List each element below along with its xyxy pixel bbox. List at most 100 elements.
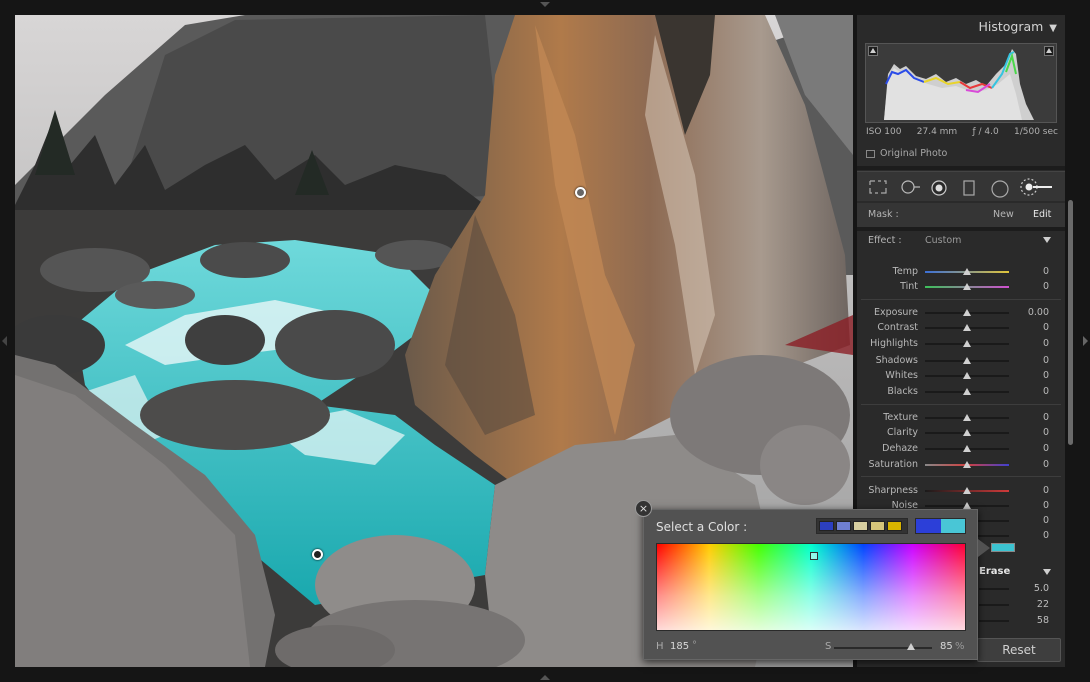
texture-label: Texture [883, 412, 918, 423]
color-preset-swatch-1[interactable] [819, 521, 834, 531]
mask-color-swatch[interactable] [991, 543, 1015, 552]
highlights-slider-thumb[interactable] [963, 340, 971, 347]
color-compare [915, 518, 966, 534]
adjustment-brush-icon[interactable] [1020, 178, 1054, 196]
shadows-value[interactable]: 0 [1043, 355, 1049, 366]
dehaze-slider-thumb[interactable] [963, 445, 971, 452]
brush-feather-slider[interactable] [979, 604, 1009, 606]
aperture-value: ƒ / 4.0 [972, 127, 999, 137]
current-color-swatch[interactable] [940, 519, 965, 533]
tint-slider-thumb[interactable] [963, 283, 971, 290]
graduated-filter-icon[interactable] [963, 180, 975, 196]
reset-button[interactable]: Reset [977, 638, 1061, 662]
bottom-panel-toggle-icon[interactable] [540, 675, 550, 680]
color-preset-swatch-2[interactable] [836, 521, 851, 531]
crop-overlay-icon[interactable] [869, 180, 887, 194]
blacks-value[interactable]: 0 [1043, 386, 1049, 397]
red-eye-icon[interactable] [931, 180, 947, 196]
mask-row: Mask : New Edit [857, 203, 1065, 227]
original-photo-label: Original Photo [880, 148, 948, 159]
saturation-label: S [825, 641, 832, 652]
exposure-slider-thumb[interactable] [963, 309, 971, 316]
brush-flow-value: 58 [1036, 615, 1049, 626]
saturation-slider-thumb[interactable] [907, 643, 915, 650]
left-panel-toggle-icon[interactable] [2, 336, 7, 346]
color-spectrum[interactable] [656, 543, 966, 631]
histogram-graph [884, 49, 1034, 120]
defringe-value[interactable]: 0 [1043, 530, 1049, 541]
noise-slider-thumb[interactable] [963, 502, 971, 509]
mask-pin-water[interactable] [312, 549, 323, 560]
hue-value[interactable]: 185 [670, 641, 689, 652]
blacks-label: Blacks [887, 386, 918, 397]
previous-color-swatch[interactable] [916, 519, 941, 533]
highlights-value[interactable]: 0 [1043, 338, 1049, 349]
mask-new-button[interactable]: New [993, 209, 1014, 220]
exposure-value[interactable]: 0.00 [1028, 307, 1049, 318]
temp-value[interactable]: 0 [1043, 266, 1049, 277]
color-preset-swatch-4[interactable] [870, 521, 885, 531]
saturation-value[interactable]: 85 [940, 641, 953, 652]
sharpness-slider-thumb[interactable] [963, 487, 971, 494]
effect-preset-dropdown[interactable]: Custom [925, 235, 961, 246]
slider-row-exposure: Exposure 0.00 [857, 306, 1065, 320]
brush-flow-slider[interactable] [979, 620, 1009, 622]
right-panel-toggle-icon[interactable] [1083, 336, 1088, 346]
mask-label: Mask : [868, 209, 899, 220]
moire-value[interactable]: 0 [1043, 515, 1049, 526]
saturation-slider-thumb[interactable] [963, 461, 971, 468]
color-cursor[interactable] [810, 552, 818, 560]
blacks-slider-thumb[interactable] [963, 388, 971, 395]
spot-removal-icon[interactable] [899, 180, 921, 194]
erase-brush-tab[interactable]: Erase [979, 566, 1010, 577]
color-preset-swatch-5[interactable] [887, 521, 902, 531]
panel-separator [857, 166, 1065, 170]
top-panel-toggle-icon[interactable] [540, 2, 550, 7]
panel-scrollbar[interactable] [1068, 200, 1073, 445]
dehaze-value[interactable]: 0 [1043, 443, 1049, 454]
close-picker-icon[interactable]: × [635, 500, 652, 517]
effect-label: Effect : [868, 235, 902, 246]
color-preset-swatch-3[interactable] [853, 521, 868, 531]
saturation-slider[interactable] [834, 647, 932, 649]
panel-separator [857, 227, 1065, 231]
histogram-chart[interactable] [865, 43, 1057, 123]
hue-unit: ° [692, 640, 697, 651]
shadows-slider-thumb[interactable] [963, 357, 971, 364]
brush-size-slider[interactable] [979, 588, 1009, 590]
whites-slider-thumb[interactable] [963, 372, 971, 379]
shadow-clipping-icon[interactable] [868, 46, 878, 56]
mask-edit-button[interactable]: Edit [1033, 209, 1051, 220]
brush-size-value: 5.0 [1033, 583, 1049, 594]
slider-row-saturation: Saturation 0 [857, 458, 1065, 472]
noise-value[interactable]: 0 [1043, 500, 1049, 511]
shutter-value: 1/500 sec [1013, 127, 1058, 137]
mask-pin-rock[interactable] [575, 187, 586, 198]
brush-collapse-icon[interactable] [1043, 569, 1051, 575]
tool-strip [857, 171, 1065, 201]
original-photo-checkbox[interactable]: Original Photo [866, 148, 947, 159]
histogram-collapse-icon[interactable]: ▼ [1049, 23, 1057, 34]
highlight-clipping-icon[interactable] [1044, 46, 1054, 56]
contrast-value[interactable]: 0 [1043, 322, 1049, 333]
checkbox-icon[interactable] [866, 149, 875, 158]
clarity-label: Clarity [887, 427, 918, 438]
texture-slider-thumb[interactable] [963, 414, 971, 421]
whites-label: Whites [885, 370, 918, 381]
saturation-value[interactable]: 0 [1043, 459, 1049, 470]
radial-filter-icon[interactable] [991, 180, 1009, 198]
clarity-slider-thumb[interactable] [963, 429, 971, 436]
saturation-unit: % [955, 641, 965, 652]
tint-value[interactable]: 0 [1043, 281, 1049, 292]
histogram-header[interactable]: Histogram ▼ [978, 19, 1057, 34]
whites-value[interactable]: 0 [1043, 370, 1049, 381]
exposure-label: Exposure [874, 307, 918, 318]
dehaze-label: Dehaze [882, 443, 918, 454]
texture-value[interactable]: 0 [1043, 412, 1049, 423]
sharpness-value[interactable]: 0 [1043, 485, 1049, 496]
saturation-label: Saturation [868, 459, 918, 470]
clarity-value[interactable]: 0 [1043, 427, 1049, 438]
temp-slider-thumb[interactable] [963, 268, 971, 275]
contrast-slider-thumb[interactable] [963, 324, 971, 331]
effect-collapse-icon[interactable] [1043, 237, 1051, 243]
